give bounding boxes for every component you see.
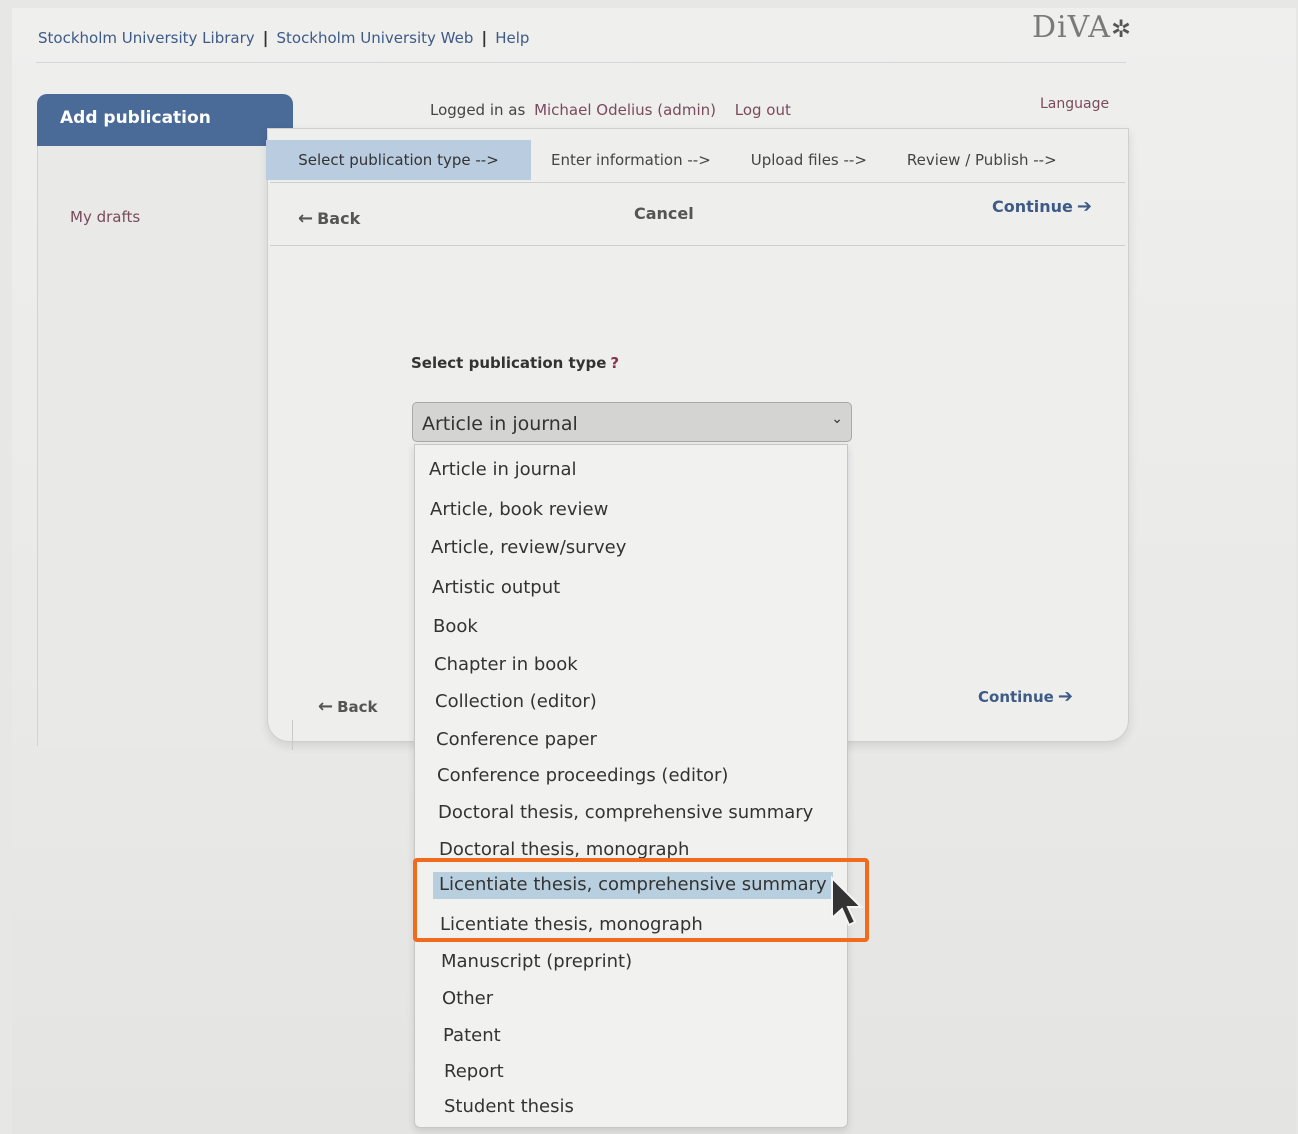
continue-label: Continue [978, 688, 1054, 706]
annotation-highlight-box [413, 858, 869, 942]
option-article-review-survey[interactable]: Article, review/survey [431, 537, 626, 558]
step-select-type[interactable]: Select publication type --> [266, 140, 531, 180]
option-manuscript-preprint[interactable]: Manuscript (preprint) [441, 951, 632, 972]
back-button[interactable]: ← Back [294, 208, 360, 229]
arrow-left-icon: ← [318, 696, 334, 717]
back-label: Back [317, 209, 361, 228]
top-nav: Stockholm University Library | Stockholm… [38, 28, 529, 47]
option-article-in-journal[interactable]: Article in journal [429, 459, 577, 480]
arrow-left-icon: ← [298, 208, 314, 229]
diva-logo: DiVA✲ [1032, 10, 1132, 45]
language-link[interactable]: Language [1040, 96, 1109, 112]
top-link-separator: | [262, 28, 269, 47]
option-article-book-review[interactable]: Article, book review [430, 499, 608, 520]
mouse-pointer-icon [831, 876, 864, 927]
help-icon[interactable]: ? [610, 354, 619, 372]
select-value: Article in journal [422, 413, 578, 435]
option-collection-editor[interactable]: Collection (editor) [435, 691, 597, 712]
divider [292, 720, 293, 750]
option-conference-proceedings[interactable]: Conference proceedings (editor) [437, 765, 728, 786]
back-label: Back [337, 698, 378, 716]
continue-label: Continue [992, 197, 1073, 216]
step-upload-files[interactable]: Upload files --> [731, 140, 887, 180]
login-status: Logged in as Michael Odelius (admin) Log… [430, 101, 791, 119]
tab-add-publication[interactable]: Add publication [37, 94, 293, 146]
option-conference-paper[interactable]: Conference paper [436, 729, 597, 750]
publication-type-dropdown: Article in journal Article, book review … [414, 444, 848, 1128]
option-doctoral-thesis-monograph[interactable]: Doctoral thesis, monograph [439, 839, 689, 860]
continue-button-bottom[interactable]: Continue ➔ [978, 686, 1077, 707]
step-bar: Select publication type --> Enter inform… [266, 140, 1126, 180]
option-patent[interactable]: Patent [443, 1025, 501, 1046]
star-icon: ✲ [1110, 15, 1133, 43]
option-doctoral-thesis-summary[interactable]: Doctoral thesis, comprehensive summary [438, 802, 813, 823]
option-chapter-in-book[interactable]: Chapter in book [434, 654, 578, 675]
sidebar-item-my-drafts[interactable]: My drafts [70, 208, 140, 226]
cancel-button[interactable]: Cancel [634, 204, 694, 223]
publication-type-label: Select publication type? [411, 354, 619, 372]
option-artistic-output[interactable]: Artistic output [432, 577, 560, 598]
arrow-right-icon: ➔ [1057, 686, 1073, 707]
publication-type-select[interactable]: Article in journal ⌄ [412, 402, 852, 442]
header-divider [36, 62, 1126, 63]
continue-button[interactable]: Continue ➔ [992, 196, 1096, 217]
logout-link[interactable]: Log out [735, 101, 791, 119]
login-prefix: Logged in as [430, 101, 526, 119]
top-link-help[interactable]: Help [495, 29, 529, 47]
arrow-right-icon: ➔ [1076, 196, 1092, 217]
option-other[interactable]: Other [442, 988, 493, 1009]
label-text: Select publication type [411, 354, 607, 372]
option-student-thesis[interactable]: Student thesis [444, 1096, 574, 1117]
user-link[interactable]: Michael Odelius (admin) [534, 101, 716, 119]
step-enter-information[interactable]: Enter information --> [531, 140, 731, 180]
option-report[interactable]: Report [444, 1061, 504, 1082]
back-button-bottom[interactable]: ← Back [314, 696, 378, 717]
logo-text: DiVA [1032, 10, 1111, 45]
top-link-university-web[interactable]: Stockholm University Web [276, 29, 473, 47]
chevron-down-icon: ⌄ [831, 411, 843, 427]
step-review-publish[interactable]: Review / Publish --> [887, 140, 1077, 180]
top-link-library[interactable]: Stockholm University Library [38, 29, 255, 47]
option-book[interactable]: Book [433, 616, 478, 637]
sidebar [37, 146, 274, 746]
top-link-separator: | [481, 28, 488, 47]
